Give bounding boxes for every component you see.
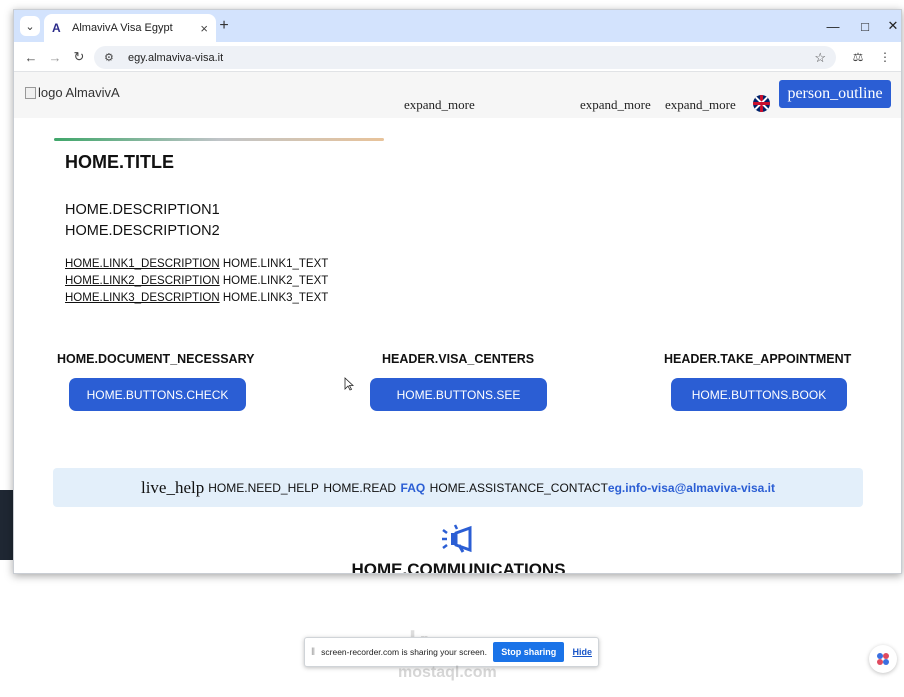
close-icon[interactable]: × [200, 21, 208, 36]
section-title-appointment: HEADER.TAKE_APPOINTMENT [664, 352, 852, 366]
labs-icon[interactable]: ⚖ [849, 48, 867, 66]
home-link-row-2: HOME.LINK2_DESCRIPTION HOME.LINK2_TEXT [65, 275, 328, 287]
stop-sharing-button[interactable]: Stop sharing [492, 642, 565, 662]
section-title-visa-centers: HEADER.VISA_CENTERS [382, 352, 535, 366]
watermark-text: mostaql.com [398, 664, 497, 681]
assistant-floating-icon[interactable] [869, 645, 897, 673]
new-tab-icon[interactable]: + [214, 16, 234, 36]
active-tab[interactable]: A AlmavivA Visa Egypt × [44, 14, 216, 42]
nav-menu-3[interactable]: expand_more [665, 97, 736, 113]
logo-alt-text: logo AlmavivA [38, 85, 120, 100]
need-help-text: HOME.NEED_HELP [208, 480, 319, 495]
home-description-2: HOME.DESCRIPTION2 [65, 223, 220, 239]
tab-list-icon[interactable]: ⌄ [20, 16, 40, 36]
browser-toolbar: ← → ↻ ⚙ egy.almaviva-visa.it ☆ ⚖ ⋮ [14, 42, 901, 72]
brain-icon [877, 653, 889, 665]
nav-menu-2[interactable]: expand_more [580, 97, 651, 113]
section-title-documents: HOME.DOCUMENT_NECESSARY [57, 352, 255, 366]
home-description-1: HOME.DESCRIPTION1 [65, 202, 220, 218]
nav-menu-1[interactable]: expand_more [404, 97, 475, 113]
help-banner: live_help HOME.NEED_HELP HOME.READ FAQ H… [53, 468, 863, 507]
home-link-1-text: HOME.LINK1_TEXT [222, 258, 329, 270]
minimize-icon[interactable]: — [818, 16, 848, 36]
live-help-icon: live_help [140, 477, 205, 497]
user-account-button[interactable]: person_outline [779, 80, 891, 108]
home-link-3[interactable]: HOME.LINK3_DESCRIPTION [65, 292, 220, 304]
back-icon[interactable]: ← [22, 48, 40, 66]
logo[interactable]: logo AlmavivA [25, 85, 120, 100]
uk-flag-icon[interactable] [753, 95, 770, 112]
email-link[interactable]: eg.info-visa@almaviva-visa.it [608, 481, 775, 495]
menu-icon[interactable]: ⋮ [876, 48, 894, 66]
check-button[interactable]: HOME.BUTTONS.CHECK [69, 378, 246, 411]
tab-bar: ⌄ A AlmavivA Visa Egypt × + — □ ✕ [14, 10, 901, 42]
screen: ⌄ A AlmavivA Visa Egypt × + — □ ✕ ← → ↻ … [0, 0, 904, 697]
broken-image-icon [25, 86, 36, 99]
page-title: HOME.TITLE [65, 152, 174, 172]
drag-handle-icon[interactable]: ‖ [311, 647, 315, 658]
megaphone-icon [442, 524, 472, 553]
background-window-edge [0, 490, 14, 560]
faq-link[interactable]: FAQ [401, 481, 426, 495]
browser-window: ⌄ A AlmavivA Visa Egypt × + — □ ✕ ← → ↻ … [13, 9, 902, 574]
communications-title: HOME.COMMUNICATIONS [351, 560, 566, 574]
forward-icon[interactable]: → [46, 48, 64, 66]
home-link-3-text: HOME.LINK3_TEXT [222, 292, 329, 304]
maximize-icon[interactable]: □ [850, 16, 880, 36]
decorative-gradient-bar [54, 138, 384, 141]
url-text[interactable]: egy.almaviva-visa.it [128, 52, 814, 64]
reload-icon[interactable]: ↻ [70, 48, 88, 66]
read-text: HOME.READ [323, 480, 397, 495]
home-link-row-1: HOME.LINK1_DESCRIPTION HOME.LINK1_TEXT [65, 258, 328, 270]
almaviva-favicon-icon: A [52, 21, 61, 35]
assistance-text: HOME.ASSISTANCE_CONTACT [429, 480, 608, 495]
hide-button[interactable]: Hide [572, 647, 592, 657]
page-viewport: logo AlmavivA expand_more expand_more ex… [14, 72, 901, 574]
screen-share-notification: ‖ screen-recorder.com is sharing your sc… [304, 637, 599, 667]
site-info-icon[interactable]: ⚙ [104, 51, 120, 64]
star-icon[interactable]: ☆ [814, 50, 826, 66]
tab-title: AlmavivA Visa Egypt [72, 22, 173, 34]
home-link-2-text: HOME.LINK2_TEXT [222, 275, 329, 287]
home-link-2[interactable]: HOME.LINK2_DESCRIPTION [65, 275, 220, 287]
site-header: logo AlmavivA expand_more expand_more ex… [14, 72, 901, 118]
home-link-1[interactable]: HOME.LINK1_DESCRIPTION [65, 258, 220, 270]
book-button[interactable]: HOME.BUTTONS.BOOK [671, 378, 847, 411]
mouse-cursor-icon [344, 377, 354, 391]
share-message: screen-recorder.com is sharing your scre… [321, 647, 487, 657]
home-link-row-3: HOME.LINK3_DESCRIPTION HOME.LINK3_TEXT [65, 292, 328, 304]
close-window-icon[interactable]: ✕ [878, 16, 901, 36]
address-bar[interactable]: ⚙ egy.almaviva-visa.it ☆ [94, 46, 836, 69]
see-button[interactable]: HOME.BUTTONS.SEE [370, 378, 547, 411]
